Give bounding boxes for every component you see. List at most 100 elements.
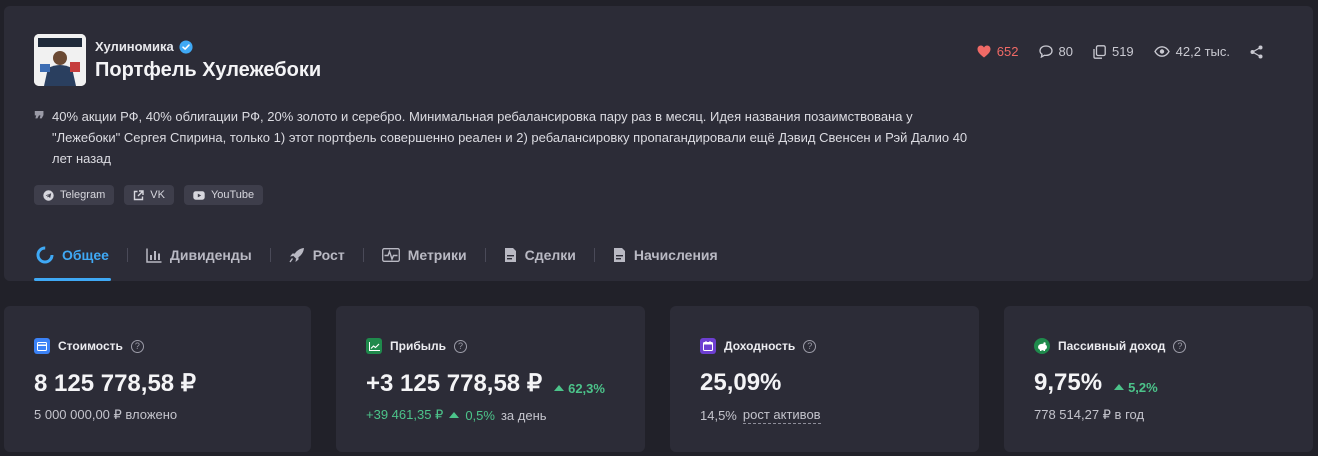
profit-daily-amount: +39 461,35 ₽ xyxy=(366,407,444,422)
document-icon xyxy=(613,248,625,262)
passive-yearly-text: 778 514,27 ₽ в год xyxy=(1034,407,1145,422)
value-invested: 5 000 000,00 ₽ вложено xyxy=(34,407,177,423)
passive-yearly: 778 514,27 ₽ в год xyxy=(1034,407,1144,423)
tab-metrics[interactable]: Метрики xyxy=(380,230,469,280)
yield-growth: 14,5% рост активов xyxy=(700,407,821,424)
vk-link[interactable]: VK xyxy=(124,185,174,205)
telegram-link[interactable]: Telegram xyxy=(34,185,115,205)
yield-card-header: Доходность ? xyxy=(700,338,817,354)
telegram-label: Telegram xyxy=(60,189,106,201)
profit-card-header: Прибыль ? xyxy=(366,338,467,354)
trend-icon xyxy=(366,338,382,354)
passive-change-text: 5,2% xyxy=(1128,379,1158,395)
value-invested-text: 5 000 000,00 ₽ вложено xyxy=(34,407,178,422)
telegram-icon xyxy=(43,189,54,201)
eye-icon xyxy=(1153,46,1170,57)
profit-daily: +39 461,35 ₽ 0,5% за день xyxy=(366,407,547,423)
heart-icon xyxy=(977,45,991,58)
likes-count: 652 xyxy=(996,44,1019,59)
comment-icon xyxy=(1038,45,1053,58)
copies-stat[interactable]: 519 xyxy=(1093,44,1134,59)
tab-separator xyxy=(484,248,486,262)
portfolio-header-panel: Хулиномика Портфель Хулежебоки 652 80 51… xyxy=(4,6,1313,281)
profit-change-text: 62,3% xyxy=(568,380,605,396)
tab-metrics-label: Метрики xyxy=(407,247,467,263)
bar-chart-icon xyxy=(146,248,162,263)
views-count: 42,2 тыс. xyxy=(1175,44,1230,59)
tab-separator xyxy=(362,248,364,262)
youtube-link[interactable]: YouTube xyxy=(183,185,264,205)
portfolio-tabs: Общее Дивиденды Рост Метрики Сделки Начи… xyxy=(34,230,720,281)
profit-amount: +3 125 778,58 ₽ 62,3% xyxy=(366,369,605,398)
calendar-icon xyxy=(700,338,716,354)
profit-daily-change: 0,5% xyxy=(465,407,495,423)
value-amount-text: 8 125 778,58 ₽ xyxy=(34,370,197,397)
avatar[interactable] xyxy=(34,34,86,86)
comments-count: 80 xyxy=(1058,44,1073,59)
social-links: Telegram VK YouTube xyxy=(34,185,264,205)
yield-growth-label[interactable]: рост активов xyxy=(742,407,821,424)
passive-card-header: Пассивный доход ? xyxy=(1034,338,1187,354)
help-icon[interactable]: ? xyxy=(803,339,817,353)
value-card-header: Стоимость ? xyxy=(34,338,144,354)
tab-general-label: Общее xyxy=(62,247,109,263)
share-button[interactable] xyxy=(1250,45,1263,59)
profit-amount-text: +3 125 778,58 ₽ xyxy=(366,370,543,397)
copy-icon xyxy=(1093,44,1106,59)
help-icon[interactable]: ? xyxy=(130,339,144,353)
profit-daily-suffix: за день xyxy=(500,407,547,423)
pie-chart-icon xyxy=(36,246,54,264)
wallet-icon xyxy=(34,338,50,354)
pulse-icon xyxy=(381,248,400,262)
tab-accruals[interactable]: Начисления xyxy=(611,230,720,280)
value-card: Стоимость ? 8 125 778,58 ₽ 5 000 000,00 … xyxy=(4,306,311,452)
rocket-icon xyxy=(289,248,304,263)
verified-icon xyxy=(179,39,193,54)
yield-card: Доходность ? 25,09% 14,5% рост активов xyxy=(670,306,979,452)
yield-growth-value: 14,5% xyxy=(700,408,737,423)
tab-deals[interactable]: Сделки xyxy=(502,230,578,280)
tab-growth[interactable]: Рост xyxy=(287,230,347,280)
help-icon[interactable]: ? xyxy=(1173,339,1187,353)
yield-card-title: Доходность xyxy=(724,339,796,353)
author-name[interactable]: Хулиномика xyxy=(95,39,193,54)
profit-change: 62,3% xyxy=(554,381,605,396)
share-icon xyxy=(1250,45,1263,58)
author-label[interactable]: Хулиномика xyxy=(95,39,174,54)
arrow-up-icon xyxy=(1114,384,1125,390)
arrow-up-icon xyxy=(554,385,565,391)
value-amount: 8 125 778,58 ₽ xyxy=(34,369,196,398)
passive-amount: 9,75% 5,2% xyxy=(1034,369,1158,397)
document-icon xyxy=(504,248,516,262)
tab-dividends-label: Дивиденды xyxy=(169,247,252,263)
tab-growth-label: Рост xyxy=(312,247,345,263)
portfolio-title: Портфель Хулежебоки xyxy=(95,59,322,81)
vk-label: VK xyxy=(150,189,165,201)
quote-icon: ❞ xyxy=(34,107,45,131)
views-stat: 42,2 тыс. xyxy=(1153,44,1230,59)
tab-accruals-label: Начисления xyxy=(633,247,718,263)
youtube-icon xyxy=(193,190,205,200)
passive-income-card: Пассивный доход ? 9,75% 5,2% 778 514,27 … xyxy=(1004,306,1313,452)
portfolio-description: 40% акции РФ, 40% облигации РФ, 20% золо… xyxy=(52,109,968,166)
likes-stat[interactable]: 652 xyxy=(977,44,1019,59)
passive-change: 5,2% xyxy=(1114,380,1158,395)
copies-count: 519 xyxy=(1111,44,1134,59)
youtube-label: YouTube xyxy=(210,189,255,201)
tab-separator xyxy=(593,248,595,262)
profit-card-title: Прибыль xyxy=(390,339,446,353)
tab-deals-label: Сделки xyxy=(524,247,576,263)
tab-general[interactable]: Общее xyxy=(34,230,111,281)
piggy-bank-icon xyxy=(1034,338,1050,354)
tab-separator xyxy=(269,248,271,262)
help-icon[interactable]: ? xyxy=(454,339,467,353)
yield-amount-text: 25,09% xyxy=(700,369,782,396)
tab-separator xyxy=(126,248,128,262)
external-link-icon xyxy=(134,189,144,200)
arrow-up-icon xyxy=(449,412,460,418)
yield-amount: 25,09% xyxy=(700,369,781,397)
tab-dividends[interactable]: Дивиденды xyxy=(144,230,254,280)
profit-card: Прибыль ? +3 125 778,58 ₽ 62,3% +39 461,… xyxy=(336,306,645,452)
comments-stat[interactable]: 80 xyxy=(1038,44,1073,59)
passive-amount-text: 9,75% xyxy=(1034,369,1103,396)
